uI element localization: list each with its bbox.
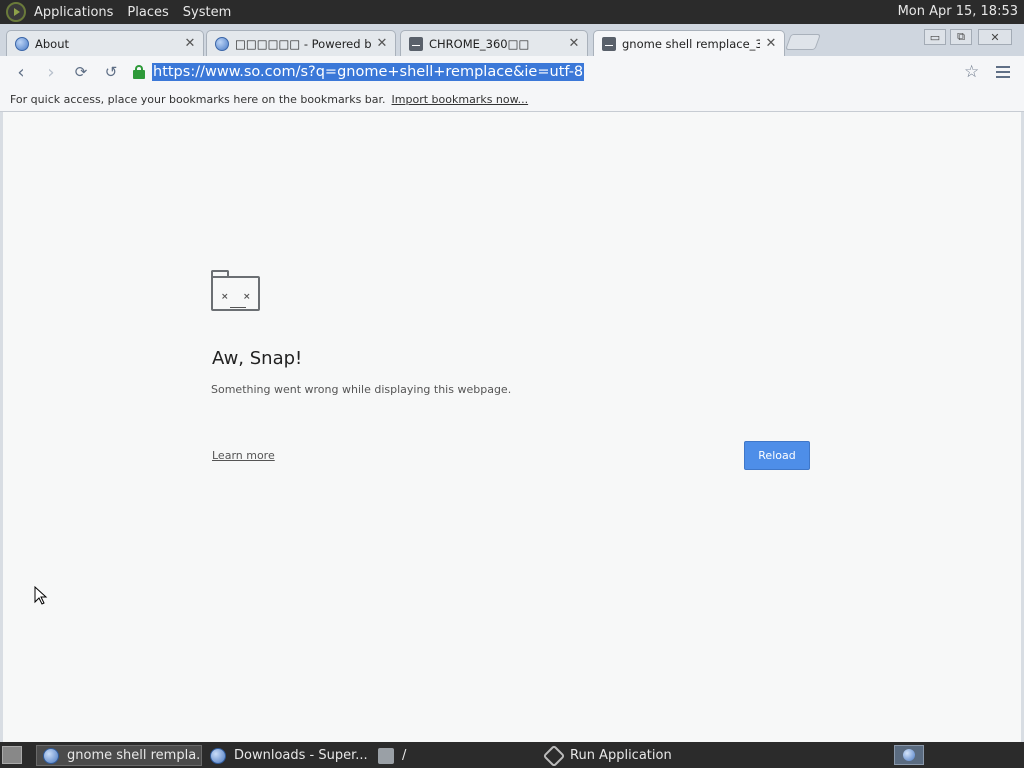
tab-gnome-shell[interactable]: gnome shell remplace_360 ✕ xyxy=(593,30,785,56)
tab-title: □□□□□□ - Powered by xyxy=(235,36,371,51)
forward-icon[interactable]: › xyxy=(38,59,64,85)
taskbar-item-label: / xyxy=(402,748,407,763)
places-menu[interactable]: Places xyxy=(127,5,168,20)
chrome-icon xyxy=(210,747,226,764)
taskbar-item-gnome-shell[interactable]: gnome shell rempla... xyxy=(36,745,202,766)
error-message: Something went wrong while displaying th… xyxy=(211,383,512,396)
close-tab-icon[interactable]: ✕ xyxy=(567,36,581,51)
reload-icon[interactable]: ↺ xyxy=(98,59,124,85)
import-bookmarks-link[interactable]: Import bookmarks now... xyxy=(392,93,529,106)
reload-button[interactable]: Reload xyxy=(744,441,810,470)
sad-tab-icon xyxy=(602,36,616,51)
url-text[interactable]: https://www.so.com/s?q=gnome+shell+rempl… xyxy=(152,63,585,81)
bookmarks-bar: For quick access, place your bookmarks h… xyxy=(0,88,1024,112)
minimize-icon[interactable]: ▭ xyxy=(924,29,946,45)
taskbar-item-root-folder[interactable]: / xyxy=(372,745,532,766)
close-tab-icon[interactable]: ✕ xyxy=(375,36,389,51)
sad-tab-icon xyxy=(409,36,423,51)
gnome-logo-icon[interactable] xyxy=(6,2,26,22)
maximize-icon[interactable]: ⧉ xyxy=(950,29,972,45)
taskbar-item-run-application[interactable]: Run Application xyxy=(540,745,706,766)
panel-clock[interactable]: Mon Apr 15, 18:53 xyxy=(898,4,1018,19)
globe-icon xyxy=(215,36,229,51)
browser-toolbar: ‹ › ⟳ ↺ https://www.so.com/s?q=gnome+she… xyxy=(0,56,1024,88)
taskbar-item-label: gnome shell rempla... xyxy=(67,748,202,763)
globe-icon xyxy=(15,36,29,51)
close-tab-icon[interactable]: ✕ xyxy=(764,36,778,51)
system-menu[interactable]: System xyxy=(183,5,231,20)
show-desktop-icon[interactable] xyxy=(2,746,22,764)
tab-chrome-360[interactable]: CHROME_360□□ ✕ xyxy=(400,30,588,56)
tab-powered-by[interactable]: □□□□□□ - Powered by ✕ xyxy=(206,30,396,56)
close-window-icon[interactable]: ✕ xyxy=(978,29,1012,45)
run-icon xyxy=(542,745,566,766)
tab-strip: About ✕ □□□□□□ - Powered by ✕ CHROME_360… xyxy=(0,24,1024,56)
lock-icon xyxy=(132,64,146,80)
folder-icon xyxy=(378,747,394,764)
bottom-panel: gnome shell rempla... Downloads - Super.… xyxy=(0,742,1024,768)
chrome-icon xyxy=(43,747,59,764)
close-tab-icon[interactable]: ✕ xyxy=(183,36,197,51)
tray-chrome-icon[interactable] xyxy=(894,745,924,765)
taskbar-item-downloads[interactable]: Downloads - Super... xyxy=(204,745,370,766)
taskbar-item-label: Run Application xyxy=(570,748,672,763)
page-content xyxy=(3,113,1021,742)
chrome-menu-icon[interactable] xyxy=(996,63,1010,81)
new-tab-button[interactable] xyxy=(785,34,821,50)
taskbar-item-label: Downloads - Super... xyxy=(234,748,368,763)
tab-title: gnome shell remplace_360 xyxy=(622,36,760,51)
address-bar[interactable]: https://www.so.com/s?q=gnome+shell+rempl… xyxy=(128,60,988,84)
tab-about[interactable]: About ✕ xyxy=(6,30,204,56)
applications-menu[interactable]: Applications xyxy=(34,5,113,20)
back-icon[interactable]: ‹ xyxy=(8,59,34,85)
error-title: Aw, Snap! xyxy=(212,348,303,369)
learn-more-link[interactable]: Learn more xyxy=(212,449,275,462)
tab-title: About xyxy=(35,36,70,51)
bookmark-star-icon[interactable]: ☆ xyxy=(964,62,979,82)
translate-icon[interactable]: ⟳ xyxy=(68,59,94,85)
bookmarks-bar-message: For quick access, place your bookmarks h… xyxy=(10,93,386,106)
top-panel: Applications Places System Mon Apr 15, 1… xyxy=(0,0,1024,24)
sad-folder-icon: × × xyxy=(211,270,261,312)
mouse-cursor-icon xyxy=(34,586,48,605)
tab-title: CHROME_360□□ xyxy=(429,36,530,51)
